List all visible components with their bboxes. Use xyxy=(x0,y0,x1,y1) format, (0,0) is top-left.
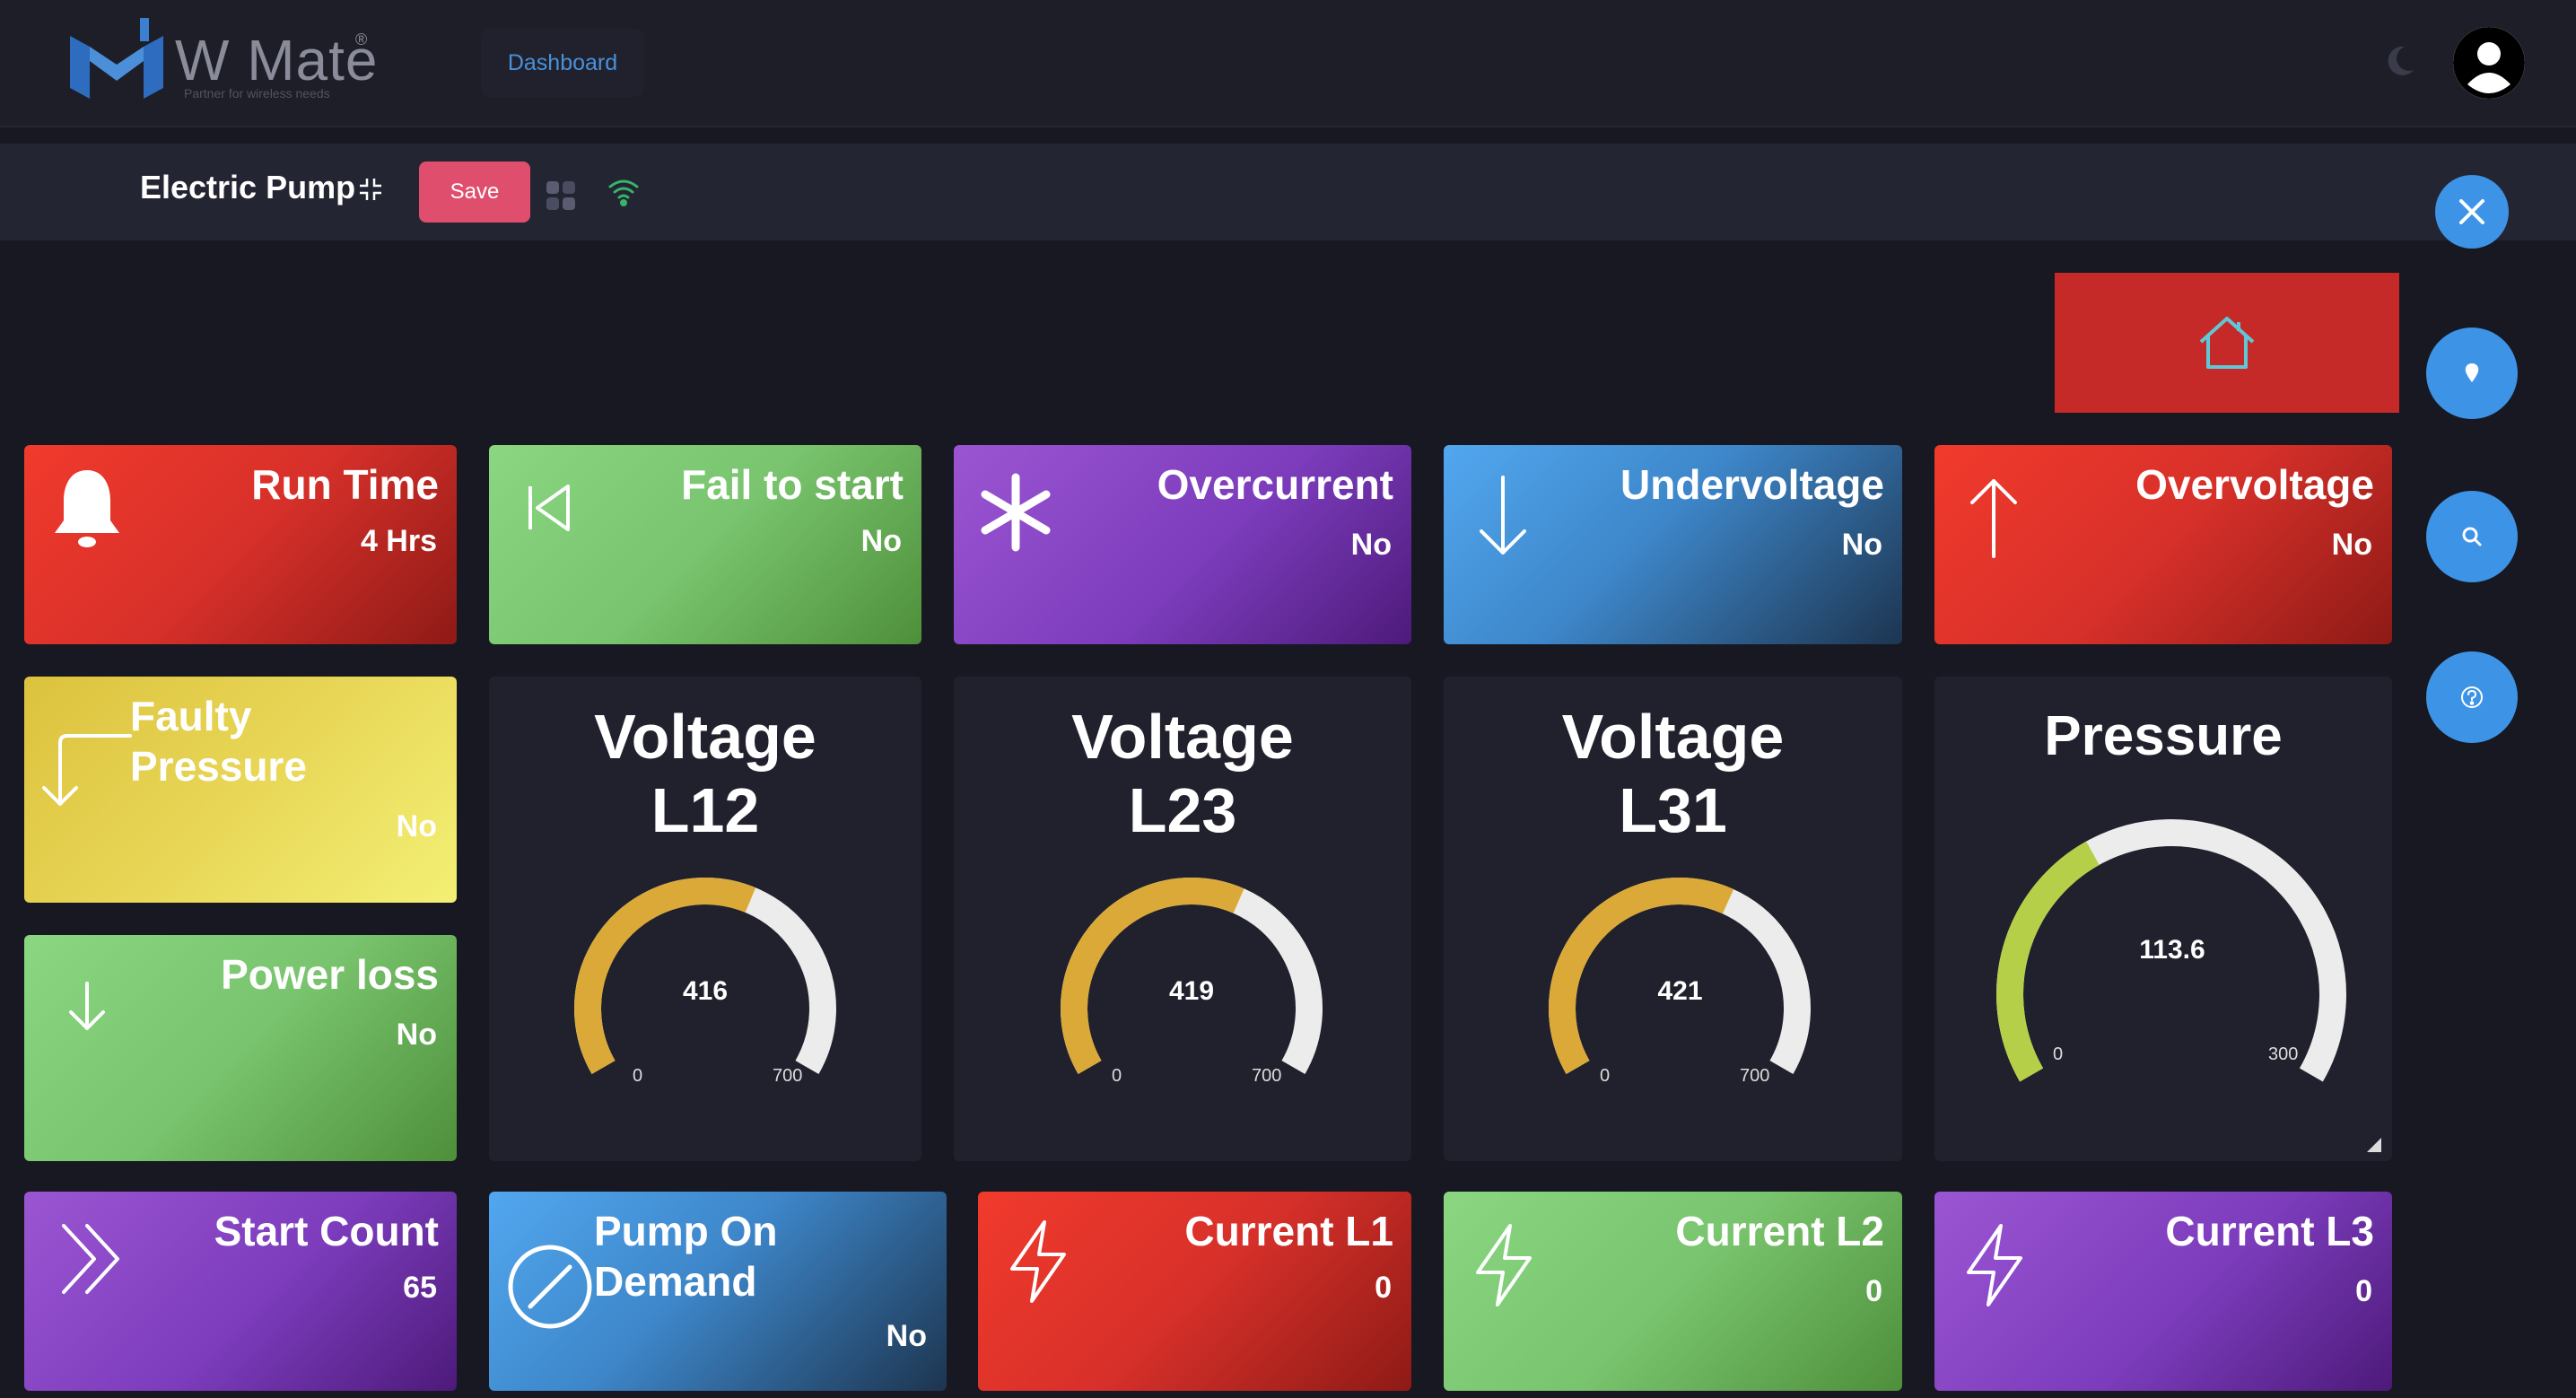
voltage-l23-gauge-card: Voltage L23 419 0 700 xyxy=(954,677,1411,1161)
user-avatar[interactable] xyxy=(2453,27,2525,99)
gauge-min-label: 0 xyxy=(2053,1044,2064,1064)
arrow-down-icon xyxy=(62,976,112,1044)
run-time-label: Run Time xyxy=(251,461,439,508)
bell-icon xyxy=(49,465,125,559)
overvoltage-value: No xyxy=(2331,528,2372,562)
overcurrent-label: Overcurrent xyxy=(1157,461,1393,508)
undervoltage-label: Undervoltage xyxy=(1620,461,1884,508)
pump-on-demand-label: Pump On Demand xyxy=(594,1206,777,1306)
home-icon xyxy=(2199,317,2255,369)
nav-dashboard-button[interactable]: Dashboard xyxy=(481,29,644,97)
gauge-value: 419 xyxy=(1168,976,1215,1006)
current-l3-card[interactable]: Current L3 0 xyxy=(1934,1192,2392,1391)
undervoltage-card[interactable]: Undervoltage No xyxy=(1444,445,1902,644)
faulty-pressure-label: Faulty Pressure xyxy=(130,691,307,791)
current-l2-value: 0 xyxy=(1865,1274,1882,1308)
current-l1-value: 0 xyxy=(1375,1271,1392,1305)
pump-on-demand-value: No xyxy=(886,1319,927,1353)
save-button[interactable]: Save xyxy=(419,162,530,223)
pump-on-demand-card[interactable]: Pump On Demand No xyxy=(489,1192,947,1391)
pump-on-demand-label-line2: Demand xyxy=(594,1258,757,1305)
start-count-label: Start Count xyxy=(214,1208,439,1254)
zap-icon xyxy=(1961,1220,2028,1315)
voltage-l31-gauge xyxy=(1549,878,1811,1074)
start-count-card[interactable]: Start Count 65 xyxy=(24,1192,457,1391)
close-icon xyxy=(2459,199,2484,224)
gauge-max-label: 700 xyxy=(773,1066,803,1086)
search-button[interactable] xyxy=(2426,491,2518,582)
close-button[interactable] xyxy=(2435,175,2509,249)
gauge-min-label: 0 xyxy=(1112,1066,1122,1086)
location-pin-icon xyxy=(2465,363,2479,382)
top-bar xyxy=(0,0,2576,127)
device-toolbar xyxy=(0,144,2576,240)
skip-back-icon xyxy=(523,481,577,539)
arrow-up-icon xyxy=(1965,472,2022,566)
fail-to-start-label: Fail to start xyxy=(681,461,904,508)
arrow-down-icon xyxy=(1474,472,1532,566)
logo-wordmark: W Mate xyxy=(175,28,379,92)
device-title: Electric Pump xyxy=(140,169,356,205)
slash-circle-icon xyxy=(505,1242,595,1336)
home-button[interactable] xyxy=(2055,273,2399,413)
faulty-pressure-label-line1: Faulty xyxy=(130,693,252,739)
pressure-gauge-card: Pressure 113.6 0 300 xyxy=(1934,677,2392,1161)
user-icon xyxy=(2453,27,2525,99)
current-l3-label: Current L3 xyxy=(2165,1208,2374,1254)
resize-handle[interactable] xyxy=(2367,1138,2381,1152)
voltage-l12-gauge xyxy=(574,878,836,1074)
power-loss-value: No xyxy=(396,1018,437,1052)
zap-icon xyxy=(1471,1220,1537,1315)
zap-icon xyxy=(1005,1217,1071,1311)
gauge-min-label: 0 xyxy=(1600,1066,1611,1086)
fail-to-start-value: No xyxy=(860,524,902,558)
current-l1-card[interactable]: Current L1 0 xyxy=(978,1192,1411,1391)
compress-icon[interactable] xyxy=(357,176,384,203)
run-time-value: 4 Hrs xyxy=(360,524,437,558)
gauge-value: 421 xyxy=(1657,976,1703,1006)
overvoltage-card[interactable]: Overvoltage No xyxy=(1934,445,2392,644)
current-l1-label: Current L1 xyxy=(1184,1208,1393,1254)
power-loss-label: Power loss xyxy=(221,951,439,998)
faulty-pressure-card[interactable]: Faulty Pressure No xyxy=(24,677,457,903)
logo-tagline: Partner for wireless needs xyxy=(184,86,330,100)
gauge-max-label: 700 xyxy=(1252,1066,1282,1086)
start-count-value: 65 xyxy=(403,1271,437,1305)
gauge-max-label: 700 xyxy=(1740,1066,1770,1086)
faulty-pressure-label-line2: Pressure xyxy=(130,743,307,790)
run-time-card[interactable]: Run Time 4 Hrs xyxy=(24,445,457,644)
gauge-max-label: 300 xyxy=(2268,1044,2299,1064)
undervoltage-value: No xyxy=(1841,528,1882,562)
corner-down-left-icon xyxy=(37,729,135,814)
chevrons-right-icon xyxy=(57,1219,128,1304)
overvoltage-label: Overvoltage xyxy=(2135,461,2374,508)
gauge-value: 416 xyxy=(682,976,729,1006)
help-button[interactable] xyxy=(2426,651,2518,743)
pressure-gauge xyxy=(1996,819,2346,1082)
voltage-l12-gauge-card: Voltage L12 416 0 700 xyxy=(489,677,921,1161)
voltage-l31-gauge-card: Voltage L31 421 0 700 xyxy=(1444,677,1902,1161)
voltage-l23-gauge xyxy=(1061,878,1323,1074)
faulty-pressure-value: No xyxy=(396,809,437,843)
asterisk-icon xyxy=(975,472,1056,557)
moon-icon[interactable] xyxy=(2381,43,2417,79)
logo-registered-mark: ® xyxy=(355,31,368,48)
power-loss-card[interactable]: Power loss No xyxy=(24,935,457,1161)
location-button[interactable] xyxy=(2426,328,2518,419)
gauge-value: 113.6 xyxy=(2139,935,2205,965)
help-icon xyxy=(2461,686,2483,708)
current-l2-card[interactable]: Current L2 0 xyxy=(1444,1192,1902,1391)
widgets-grid-icon[interactable] xyxy=(545,179,577,212)
gauge-min-label: 0 xyxy=(633,1066,643,1086)
fail-to-start-card[interactable]: Fail to start No xyxy=(489,445,921,644)
overcurrent-value: No xyxy=(1350,528,1392,562)
current-l3-value: 0 xyxy=(2355,1274,2372,1308)
logo-mark-icon xyxy=(70,18,163,99)
pump-on-demand-label-line1: Pump On xyxy=(594,1208,778,1254)
current-l2-label: Current L2 xyxy=(1675,1208,1884,1254)
overcurrent-card[interactable]: Overcurrent No xyxy=(954,445,1411,644)
wifi-icon xyxy=(606,174,642,210)
search-icon xyxy=(2462,527,2482,546)
